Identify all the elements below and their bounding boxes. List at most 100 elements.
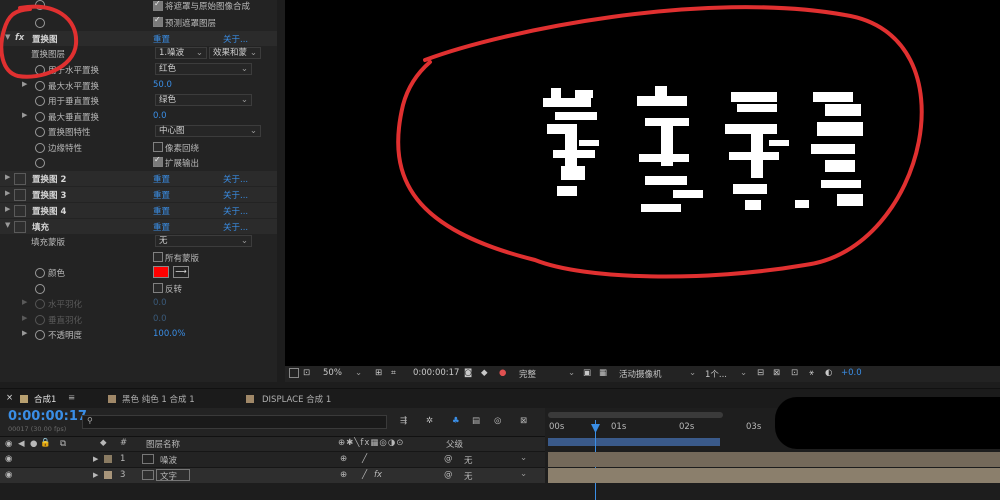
tab-composition-1[interactable]: 合成1: [34, 393, 56, 405]
expand-triangle-icon[interactable]: ▶: [22, 329, 27, 337]
effect-toggle-box[interactable]: [14, 205, 26, 217]
label-icon[interactable]: ◆: [100, 438, 107, 448]
lock-icon[interactable]: 🔒: [40, 438, 51, 448]
chevron-down-icon[interactable]: ⌄: [520, 469, 527, 479]
tab-displace-comp[interactable]: DISPLACE 合成 1: [262, 393, 331, 405]
layer-name[interactable]: 噪波: [160, 454, 177, 466]
reset-link[interactable]: 重置: [153, 33, 170, 45]
exposure-icon[interactable]: ◐: [825, 368, 832, 378]
resolution-icon[interactable]: ⊡: [303, 368, 310, 378]
flowchart-icon[interactable]: ⚹: [809, 368, 814, 378]
stopwatch-icon[interactable]: [35, 284, 45, 294]
layer-row[interactable]: ◉ ▶ 3 文字 ⊕ ╱ fx @ 无 ⌄: [0, 467, 545, 483]
predict-mask-checkbox[interactable]: [153, 15, 163, 27]
switch-quality-icon[interactable]: ╱: [362, 470, 367, 480]
reset-link[interactable]: 重置: [153, 189, 170, 201]
effect-toggle-box[interactable]: [14, 173, 26, 185]
wrap-pixels-checkbox[interactable]: [153, 142, 163, 152]
expand-triangle-icon[interactable]: ▶: [22, 111, 27, 119]
switches-icons[interactable]: ⊕✱╲fx▦◎◑⊙: [338, 438, 404, 448]
about-link[interactable]: 关于...: [223, 173, 248, 185]
about-link[interactable]: 关于...: [223, 33, 248, 45]
effect-toggle-box[interactable]: [14, 221, 26, 233]
stopwatch-icon[interactable]: [35, 127, 45, 137]
effect-fill-header[interactable]: ▼ 填充 重置 关于...: [0, 219, 277, 234]
motion-blur-icon[interactable]: ◎: [494, 416, 501, 426]
eye-icon[interactable]: ◉: [5, 454, 12, 464]
layer-name[interactable]: 文字: [160, 470, 177, 482]
label-color-swatch[interactable]: [104, 471, 112, 479]
expand-triangle-icon[interactable]: ▶: [5, 189, 10, 197]
composition-viewer[interactable]: [285, 0, 1000, 366]
fx-switch-icon[interactable]: fx: [374, 470, 382, 480]
label-color-swatch[interactable]: [104, 455, 112, 463]
color-swatch[interactable]: [153, 266, 169, 278]
graph-editor-icon[interactable]: ⊠: [520, 416, 527, 426]
expand-triangle-icon[interactable]: ▶: [93, 455, 98, 463]
effect-displace-map-3-header[interactable]: ▶ 置换图 3 重置 关于...: [0, 187, 277, 202]
vertical-use-select[interactable]: 绿色 ⌄: [155, 94, 252, 106]
eyedropper-icon[interactable]: ⟶: [173, 266, 189, 278]
switch-shy-icon[interactable]: ⊕: [340, 454, 347, 464]
effect-displace-map-2-header[interactable]: ▶ 置换图 2 重置 关于...: [0, 171, 277, 186]
expand-triangle-icon[interactable]: ▶: [22, 314, 27, 322]
eye-icon[interactable]: ◉: [5, 470, 12, 480]
shy-layers-icon[interactable]: ♣: [452, 416, 460, 426]
about-link[interactable]: 关于...: [223, 205, 248, 217]
show-snapshot-icon[interactable]: ◆: [481, 368, 488, 378]
about-link[interactable]: 关于...: [223, 221, 248, 233]
composition-mini-flowchart-icon[interactable]: ⇶: [400, 416, 407, 426]
about-link[interactable]: 关于...: [223, 189, 248, 201]
expand-output-checkbox[interactable]: [153, 155, 163, 167]
pickwhip-icon[interactable]: @: [444, 454, 453, 464]
eye-icon[interactable]: ◉: [5, 439, 12, 449]
invert-checkbox[interactable]: [153, 283, 163, 293]
exposure-value[interactable]: +0.0: [841, 368, 862, 378]
expand-triangle-icon[interactable]: ▶: [93, 471, 98, 479]
mask-visibility-icon[interactable]: ⌗: [391, 368, 396, 378]
views-select[interactable]: 1个...: [705, 368, 727, 380]
toggle-pixel-aspect-icon[interactable]: ⊟: [757, 368, 764, 378]
expand-triangle-icon[interactable]: ▶: [22, 298, 27, 306]
work-area-bar[interactable]: [548, 438, 720, 446]
layer-search-input[interactable]: ⚲: [82, 415, 387, 429]
chevron-down-icon[interactable]: ⌄: [689, 368, 696, 378]
switch-quality-icon[interactable]: ╱: [362, 454, 367, 464]
opacity-value[interactable]: 100.0%: [153, 329, 185, 339]
collapse-triangle-icon[interactable]: ▼: [5, 221, 10, 229]
layer-duration-bar[interactable]: [548, 468, 1000, 483]
snapshot-icon[interactable]: ◙: [464, 368, 472, 378]
tab-black-solid-comp[interactable]: 黑色 纯色 1 合成 1: [122, 393, 195, 405]
audio-icon[interactable]: ◀: [18, 439, 25, 449]
always-preview-icon[interactable]: [289, 368, 299, 378]
camera-select[interactable]: 活动摄像机: [619, 368, 662, 380]
max-horizontal-value[interactable]: 50.0: [153, 80, 172, 90]
channel-icon[interactable]: ●: [499, 368, 506, 378]
layer-parent-select[interactable]: 无: [464, 454, 473, 466]
timeline-icon[interactable]: ⊡: [791, 368, 798, 378]
effect-displace-map-4-header[interactable]: ▶ 置换图 4 重置 关于...: [0, 203, 277, 218]
chevron-down-icon[interactable]: ⌄: [355, 368, 362, 378]
time-navigator-bar[interactable]: [548, 412, 723, 418]
current-time-display[interactable]: 0:00:00:17: [8, 409, 87, 424]
frame-blending-icon[interactable]: ▤: [472, 416, 480, 426]
all-masks-checkbox[interactable]: [153, 252, 163, 262]
hamburger-menu-icon[interactable]: ≡: [68, 393, 75, 403]
pickwhip-icon[interactable]: @: [444, 470, 453, 480]
shy-icon[interactable]: ⧉: [60, 439, 66, 449]
expand-triangle-icon[interactable]: ▶: [5, 173, 10, 181]
column-layer-name[interactable]: 图层名称: [146, 438, 180, 450]
stopwatch-icon[interactable]: [35, 330, 45, 340]
map-behavior-select[interactable]: 中心图 ⌄: [155, 125, 261, 137]
stopwatch-icon[interactable]: [35, 268, 45, 278]
composite-mask-checkbox[interactable]: [153, 0, 163, 11]
solo-icon[interactable]: ●: [30, 439, 37, 449]
layer-duration-bar[interactable]: [548, 452, 1000, 467]
stopwatch-icon[interactable]: [35, 112, 45, 122]
draft-3d-icon[interactable]: ✲: [426, 416, 433, 426]
expand-triangle-icon[interactable]: ▶: [5, 205, 10, 213]
close-icon[interactable]: ×: [6, 393, 13, 403]
effect-toggle-box[interactable]: [14, 189, 26, 201]
stopwatch-icon[interactable]: [35, 96, 45, 106]
layer-parent-select[interactable]: 无: [464, 470, 473, 482]
